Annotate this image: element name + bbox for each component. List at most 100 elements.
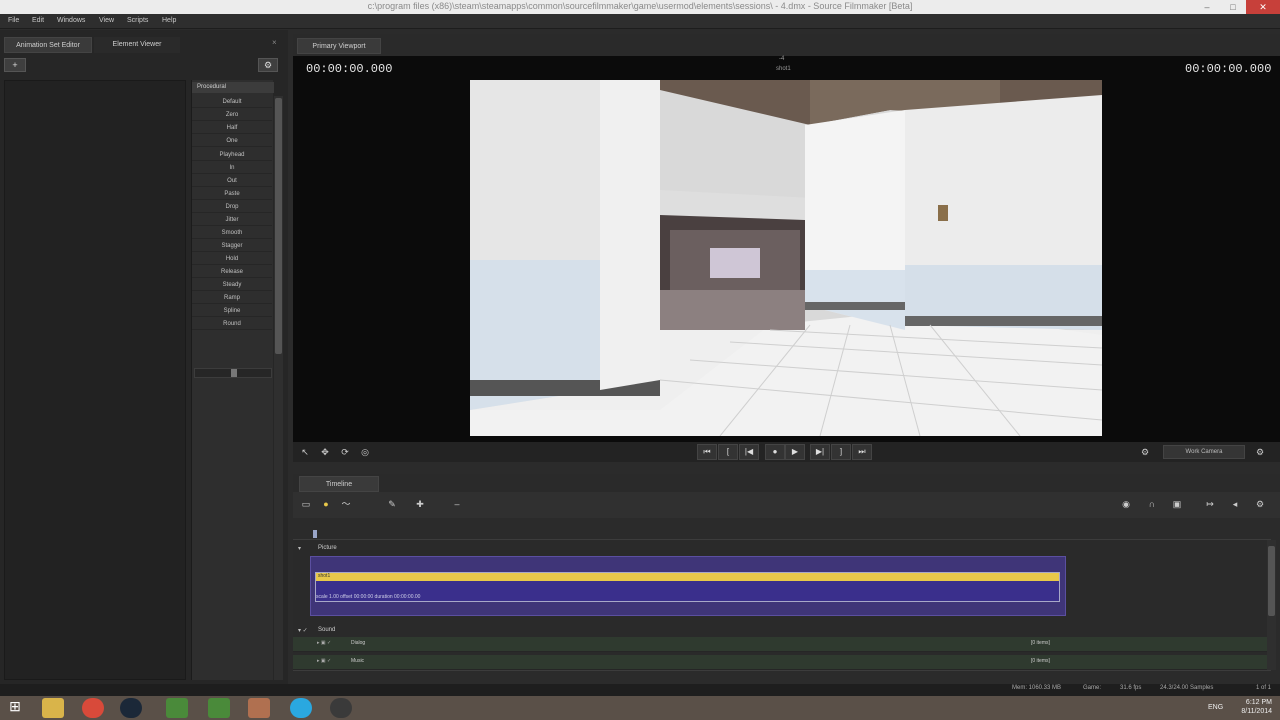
panel-close-icon[interactable]: × [272, 38, 277, 47]
track-toggle-icon[interactable]: ▸ ▣ ✓ [317, 640, 331, 646]
transport-play-button[interactable]: ▶ [785, 444, 805, 460]
sound-expand-icon[interactable]: ▾ ✓ [298, 627, 308, 634]
track-items: [0 items] [1031, 640, 1050, 646]
scale-tool-icon[interactable]: ◎ [356, 444, 374, 460]
viewport-scene-image[interactable] [470, 80, 1102, 436]
menu-help[interactable]: Help [162, 17, 176, 24]
procedural-item[interactable]: One [192, 135, 272, 147]
minecraft-icon[interactable] [166, 698, 188, 718]
graph-editor-icon[interactable]: 〜 [337, 496, 355, 512]
timeline-settings-icon[interactable]: ⚙ [1251, 496, 1269, 512]
transport-start-button[interactable]: ⏮ [697, 444, 717, 460]
link-tool-icon[interactable]: ✎ [383, 496, 401, 512]
viewport-options-icon[interactable]: ⚙ [1251, 444, 1269, 460]
magnet-icon[interactable]: ∩ [1143, 496, 1161, 512]
procedural-item[interactable]: Drop [192, 201, 272, 213]
close-button[interactable]: ✕ [1246, 0, 1280, 14]
transport-mark-out-button[interactable]: ] [831, 444, 851, 460]
procedural-item[interactable]: Spline [192, 305, 272, 317]
procedural-item[interactable]: Ramp [192, 292, 272, 304]
app-icon[interactable] [248, 698, 270, 718]
track-row-dialog[interactable]: ▸ ▣ ✓ Dialog [0 items] [293, 637, 1271, 652]
add-track-icon[interactable]: ✚ [411, 496, 429, 512]
procedural-item[interactable]: Round [192, 318, 272, 330]
scissor-icon[interactable]: – [448, 496, 466, 512]
language-indicator[interactable]: ENG [1208, 704, 1223, 711]
status-fps: 31.6 fps [1120, 685, 1142, 691]
procedural-item[interactable]: Release [192, 266, 272, 278]
shot-clip-header[interactable]: shot1 [316, 573, 1059, 581]
move-tool-icon[interactable]: ✥ [316, 444, 334, 460]
procedural-item[interactable]: Jitter [192, 214, 272, 226]
procedural-item[interactable]: Paste [192, 188, 272, 200]
source-filmmaker-icon[interactable] [330, 698, 352, 718]
clip-editor-icon[interactable]: ▭ [297, 496, 315, 512]
procedural-item[interactable]: Smooth [192, 227, 272, 239]
procedural-item[interactable]: Half [192, 122, 272, 134]
title-bar: c:\program files (x86)\steam\steamapps\c… [0, 0, 1280, 14]
menu-edit[interactable]: Edit [32, 17, 44, 24]
transport-next-frame-button[interactable]: ▶| [810, 444, 830, 460]
playhead-marker[interactable] [313, 530, 317, 538]
track-name: Dialog [351, 640, 366, 646]
rotate-tool-icon[interactable]: ⟳ [336, 444, 354, 460]
procedural-item[interactable]: Out [192, 175, 272, 187]
menu-scripts[interactable]: Scripts [127, 17, 148, 24]
maximize-button[interactable]: □ [1220, 0, 1246, 14]
snap-icon[interactable]: ◉ [1117, 496, 1135, 512]
system-clock[interactable]: 6:12 PM 8/11/2014 [1241, 698, 1272, 716]
procedural-item[interactable]: Playhead [192, 149, 272, 161]
timeline-ruler[interactable] [293, 528, 1271, 540]
procedural-item[interactable]: Steady [192, 279, 272, 291]
settings-icon[interactable]: ⚙ [258, 58, 278, 72]
minecraft-icon-2[interactable] [208, 698, 230, 718]
timeline-bottom-ruler[interactable] [293, 670, 1271, 682]
menu-file[interactable]: File [8, 17, 19, 24]
tab-animation-set-editor[interactable]: Animation Set Editor [4, 37, 92, 53]
procedural-item[interactable]: Hold [192, 253, 272, 265]
window-title: c:\program files (x86)\steam\steamapps\c… [367, 1, 913, 11]
motion-editor-icon[interactable]: ● [317, 496, 335, 512]
clock-time: 6:12 PM [1245, 699, 1272, 706]
menu-windows[interactable]: Windows [57, 17, 85, 24]
procedural-item[interactable]: Stagger [192, 240, 272, 252]
menu-view[interactable]: View [99, 17, 114, 24]
chrome-icon[interactable] [82, 698, 104, 718]
work-camera-dropdown[interactable]: Work Camera [1163, 445, 1245, 459]
slider-handle[interactable] [231, 369, 237, 377]
zoom-fit-icon[interactable]: ↦ [1201, 496, 1219, 512]
zoom-in-icon[interactable]: ◂ [1226, 496, 1244, 512]
track-items: [0 items] [1031, 658, 1050, 664]
picture-expand-icon[interactable]: ▾ [298, 545, 301, 552]
add-animation-set-button[interactable]: + [4, 58, 26, 72]
procedural-item[interactable]: In [192, 162, 272, 174]
procedural-item[interactable]: Zero [192, 109, 272, 121]
tab-element-viewer[interactable]: Element Viewer [94, 37, 180, 53]
select-tool-icon[interactable]: ↖ [296, 444, 314, 460]
file-explorer-icon[interactable] [42, 698, 64, 718]
track-name: Music [351, 658, 365, 664]
transport-record-button[interactable]: ● [765, 444, 785, 460]
transport-mark-in-button[interactable]: [ [718, 444, 738, 460]
scrollbar-thumb[interactable] [275, 98, 282, 354]
scrollbar-thumb[interactable] [1268, 546, 1275, 616]
tab-primary-viewport[interactable]: Primary Viewport [297, 38, 381, 54]
windows-start-icon[interactable]: ⊞ [4, 698, 26, 718]
left-panel-scrollbar[interactable] [274, 96, 283, 680]
transport-end-button[interactable]: ⏭ [852, 444, 872, 460]
skype-icon[interactable] [290, 698, 312, 718]
transport-prev-frame-button[interactable]: |◀ [739, 444, 759, 460]
track-toggle-icon[interactable]: ▸ ▣ ✓ [317, 658, 331, 664]
timeline-scrollbar[interactable] [1267, 540, 1276, 670]
procedural-slider[interactable] [194, 368, 272, 378]
minimize-button[interactable]: – [1194, 0, 1220, 14]
camera-settings-icon[interactable]: ⚙ [1136, 444, 1154, 460]
track-row-music[interactable]: ▸ ▣ ✓ Music [0 items] [293, 655, 1271, 670]
tab-timeline[interactable]: Timeline [299, 476, 379, 492]
viewport-right-timecode: 00:00:00.000 [1185, 62, 1272, 76]
sound-label: Sound [318, 627, 336, 633]
animation-set-tree[interactable] [4, 80, 186, 680]
lock-icon[interactable]: ▣ [1168, 496, 1186, 512]
steam-icon[interactable] [120, 698, 142, 718]
procedural-item[interactable]: Default [192, 96, 272, 108]
